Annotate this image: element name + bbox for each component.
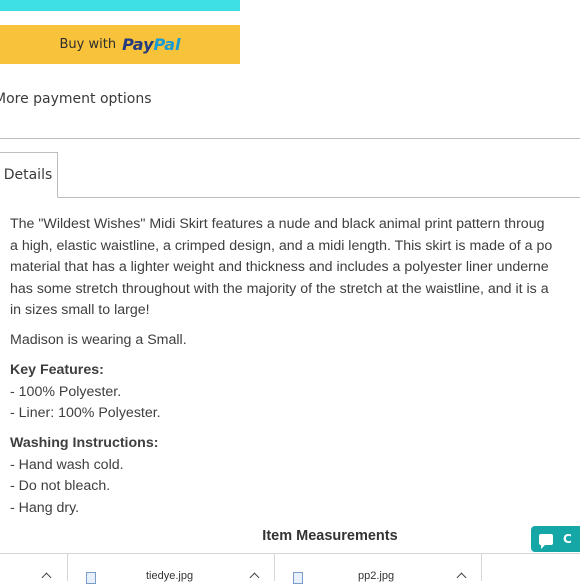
tab-details-label: Details — [3, 167, 53, 183]
description-line: material that has a lighter weight and t… — [10, 259, 549, 275]
washing-item: - Hang dry. — [10, 499, 80, 516]
product-description: The "Wildest Wishes" Midi Skirt features… — [10, 214, 580, 528]
key-features-section: Key Features: - 100% Polyester. - Liner:… — [10, 360, 580, 425]
washing-instructions-heading: Washing Instructions: — [10, 435, 159, 451]
chat-icon — [539, 533, 553, 549]
paypal-buy-with-label: Buy with — [59, 37, 117, 52]
description-line: The "Wildest Wishes" Midi Skirt features… — [10, 216, 545, 232]
divider — [0, 138, 580, 139]
chevron-up-icon[interactable] — [41, 572, 52, 583]
paypal-logo: PayPal — [122, 35, 180, 54]
add-to-cart-button[interactable] — [0, 0, 240, 11]
description-line: a high, elastic waistline, a crimped des… — [10, 237, 553, 254]
washing-instructions-section: Washing Instructions: - Hand wash cold. … — [10, 433, 580, 519]
chat-label: C — [563, 532, 572, 546]
file-icon — [293, 572, 303, 584]
downloads-bar: tiedye.jpg pp2.jpg — [0, 553, 580, 584]
download-item-partial[interactable] — [0, 554, 68, 583]
chat-button[interactable]: C — [531, 526, 580, 552]
description-paragraph: The "Wildest Wishes" Midi Skirt features… — [10, 214, 580, 322]
download-filename: pp2.jpg — [358, 570, 395, 582]
key-features-heading: Key Features: — [10, 362, 104, 378]
download-item[interactable]: pp2.jpg — [275, 554, 482, 584]
washing-item: - Hand wash cold. — [10, 456, 124, 473]
file-icon — [86, 572, 96, 584]
download-filename: tiedye.jpg — [146, 570, 194, 582]
tab-details[interactable]: Details — [0, 152, 58, 198]
paypal-logo-pal: Pal — [153, 35, 181, 54]
chevron-up-icon[interactable] — [249, 572, 260, 583]
washing-item: - Do not bleach. — [10, 478, 111, 494]
key-feature-item: - 100% Polyester. — [10, 383, 122, 400]
tab-bar-line — [0, 197, 580, 198]
more-payment-options-link[interactable]: More payment options — [0, 91, 152, 107]
item-measurements-title: Item Measurements — [262, 528, 398, 544]
paypal-logo-pay: Pay — [122, 35, 154, 54]
description-line: in sizes small to large! — [10, 302, 150, 318]
description-line: has some stretch throughout with the maj… — [10, 280, 549, 297]
download-item[interactable]: tiedye.jpg — [68, 554, 275, 584]
key-feature-item: - Liner: 100% Polyester. — [10, 405, 161, 421]
paypal-button[interactable]: Buy with PayPal — [0, 25, 240, 64]
chevron-up-icon[interactable] — [456, 572, 467, 583]
model-note: Madison is wearing a Small. — [10, 332, 187, 348]
